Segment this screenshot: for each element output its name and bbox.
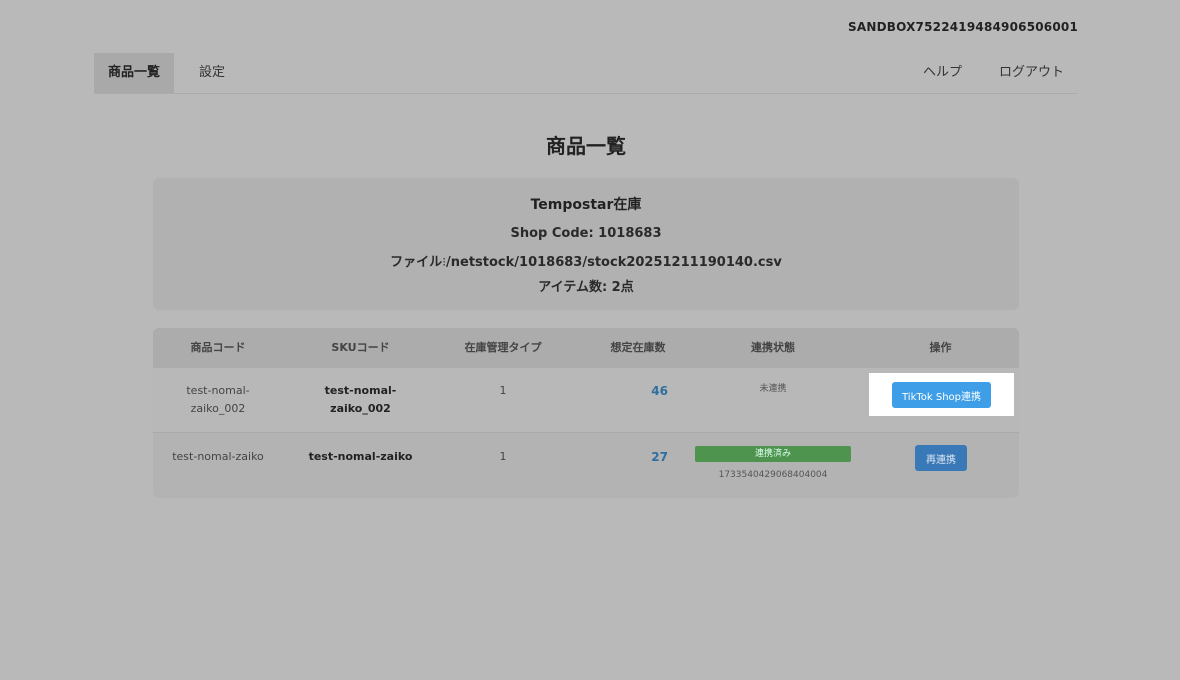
info-title: Tempostar在庫	[530, 197, 642, 213]
linked-id: 1733540429068404004	[718, 470, 828, 480]
header-product-code: 商品コード	[190, 341, 246, 354]
sku-cell: test-nomal-zaiko	[308, 450, 413, 463]
table-row: test-nomal-zaiko test-nomal-zaiko 1 27 連…	[153, 432, 1019, 492]
logout-link[interactable]: ログアウト	[999, 53, 1064, 93]
file-path: /netstock/1018683/stock20251211190140.cs…	[446, 255, 782, 270]
stock-type-cell: 1	[499, 450, 507, 463]
top-nav: 商品一覧 設定 ヘルプ ログアウト	[94, 53, 1078, 94]
file-path-line: ファイル⁝/netstock/1018683/stock202512111901…	[153, 251, 1019, 270]
sku-line2: zaiko_002	[330, 402, 391, 415]
stock-type-cell: 1	[499, 384, 507, 397]
stock-qty-cell: 46	[651, 384, 668, 398]
header-link-status: 連携状態	[751, 341, 795, 354]
header-stock-type: 在庫管理タイプ	[464, 341, 542, 354]
stock-qty-cell: 27	[651, 450, 668, 464]
item-count: アイテム数: 2点	[538, 280, 634, 295]
file-label: ファイル	[390, 255, 443, 270]
sku-cell: test-nomal- zaiko_002	[293, 382, 428, 418]
inventory-info-card: Tempostar在庫 Shop Code: 1018683 ファイル⁝/net…	[153, 178, 1019, 310]
header-sku-code: SKUコード	[331, 341, 390, 354]
header-actions: 操作	[929, 341, 952, 354]
tab-products[interactable]: 商品一覧	[94, 53, 175, 93]
sandbox-id: SANDBOX7522419484906506001	[848, 20, 1078, 34]
table-header: 商品コード SKUコード 在庫管理タイプ 想定在庫数 連携状態 操作	[153, 328, 1019, 368]
tiktok-shop-link-button[interactable]: TikTok Shop連携	[892, 382, 991, 408]
product-code-line2: zaiko_002	[190, 402, 246, 415]
page-title: 商品一覧	[546, 134, 626, 158]
product-code-cell: test-nomal- zaiko_002	[153, 382, 283, 418]
product-code-cell: test-nomal-zaiko	[172, 450, 264, 463]
sku-line1: test-nomal-	[324, 384, 397, 397]
status-linked-badge: 連携済み	[695, 446, 851, 462]
shop-code: Shop Code: 1018683	[510, 226, 662, 241]
status-unlinked: 未連携	[759, 384, 787, 394]
tab-settings[interactable]: 設定	[185, 53, 239, 93]
product-code-line1: test-nomal-	[186, 384, 250, 397]
help-link[interactable]: ヘルプ	[923, 53, 962, 93]
header-stock-qty: 想定在庫数	[610, 341, 666, 354]
relink-button[interactable]: 再連携	[915, 445, 967, 471]
